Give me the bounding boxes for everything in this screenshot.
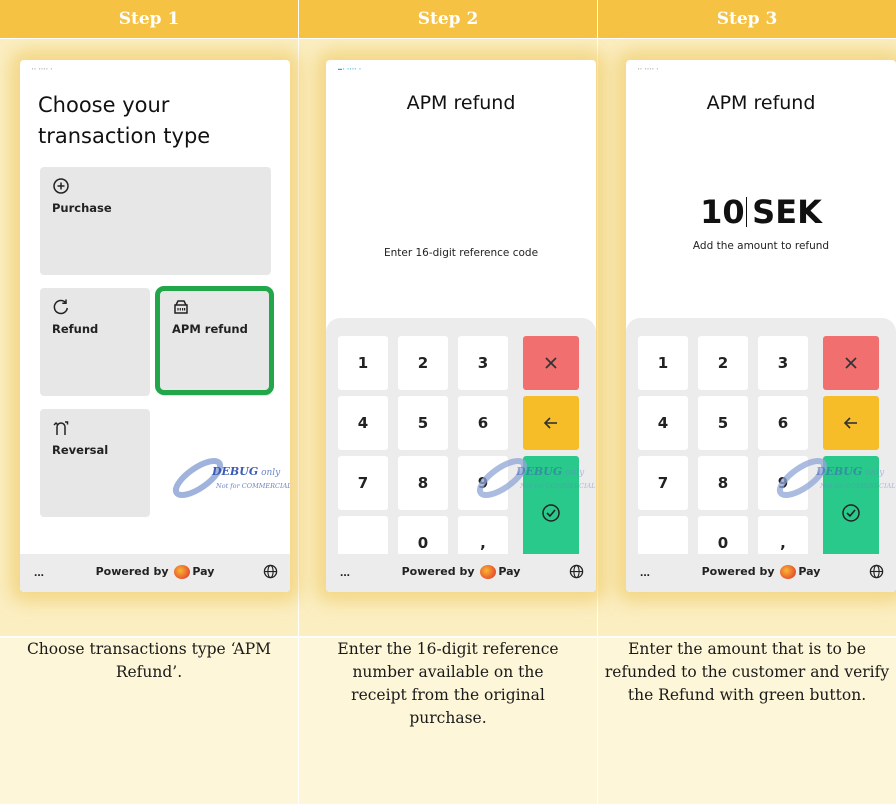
status-bar: ▬▪ ▪▪▪▪ ▪ — [338, 66, 362, 71]
tile-refund[interactable]: Refund — [40, 288, 150, 396]
check-circle-icon — [542, 503, 560, 522]
text-caret — [745, 197, 748, 227]
powered-by-brand: Pay — [192, 565, 215, 578]
steps-table: Step 1 Step 2 Step 3 ▪▪ ▪▪▪▪ ▪ Choose yo… — [0, 0, 896, 804]
key-8[interactable]: 8 — [398, 456, 448, 510]
screen-choose-transaction: ▪▪ ▪▪▪▪ ▪ Choose your transaction type P… — [20, 60, 290, 592]
key-4[interactable]: 4 — [638, 396, 688, 450]
arrow-left-icon — [543, 417, 557, 429]
arrow-left-icon — [843, 417, 857, 429]
key-5[interactable]: 5 — [698, 396, 748, 450]
close-icon — [545, 357, 557, 369]
powered-by-text: Powered by — [401, 565, 475, 578]
watermark-line2: Not for COMMERCIAL — [520, 482, 596, 490]
key-5[interactable]: 5 — [398, 396, 448, 450]
keypad: 1 2 3 4 5 6 7 8 9 0 , — [326, 318, 596, 570]
powered-by-brand: Pay — [498, 565, 521, 578]
title-line-2: transaction type — [38, 124, 211, 148]
step-2-description: Enter the 16-digit reference number avai… — [299, 638, 597, 804]
watermark-logo — [172, 457, 224, 499]
globe-icon[interactable] — [263, 564, 278, 579]
plus-circle-icon — [53, 178, 69, 194]
page-title: Choose your transaction type — [38, 90, 210, 152]
step-2-description-text: Enter the 16-digit reference number avai… — [337, 640, 559, 727]
step-1-header: Step 1 — [0, 0, 298, 38]
key-6[interactable]: 6 — [758, 396, 808, 450]
step-3-description-text: Enter the amount that is to be refunded … — [604, 640, 890, 704]
brand-logo-icon — [174, 565, 191, 579]
powered-by: Powered by Pay — [326, 565, 596, 579]
highlight-frame — [155, 286, 274, 395]
powered-by-text: Powered by — [95, 565, 169, 578]
refresh-icon — [53, 299, 69, 315]
check-circle-icon — [842, 503, 860, 522]
reference-prompt: Enter 16-digit reference code — [383, 247, 539, 259]
watermark-line1: DEBUG — [212, 465, 259, 478]
powered-by-text: Powered by — [701, 565, 775, 578]
page-title: APM refund — [406, 92, 516, 114]
clear-button[interactable] — [523, 336, 579, 390]
step-3-header: Step 3 — [598, 0, 896, 38]
key-2[interactable]: 2 — [698, 336, 748, 390]
amount-display[interactable]: 10 SEK — [626, 193, 896, 231]
powered-by-brand: Pay — [798, 565, 821, 578]
screen-amount: ▪▪ ▪▪▪▪ ▪ APM refund 10 SEK Add the amoun… — [626, 60, 896, 592]
watermark-line1b: only — [258, 468, 281, 478]
amount-prompt: Add the amount to refund — [692, 240, 830, 252]
backspace-button[interactable] — [523, 396, 579, 450]
key-8[interactable]: 8 — [698, 456, 748, 510]
footer: ... Powered by Pay — [20, 554, 290, 592]
key-7[interactable]: 7 — [338, 456, 388, 510]
watermark-logo — [476, 457, 528, 499]
reversal-icon — [53, 421, 69, 435]
key-1[interactable]: 1 — [338, 336, 388, 390]
key-4[interactable]: 4 — [338, 396, 388, 450]
step-2-header: Step 2 — [299, 0, 597, 38]
powered-by: Powered by Pay — [20, 565, 290, 579]
globe-icon[interactable] — [569, 564, 584, 579]
key-7[interactable]: 7 — [638, 456, 688, 510]
watermark-line1: DEBUG — [516, 465, 563, 478]
keypad: 1 2 3 4 5 6 7 8 9 0 , — [626, 318, 896, 570]
page-title: APM refund — [706, 92, 816, 114]
step-1-description-text: Choose transactions type ‘APM Refund’. — [26, 640, 272, 681]
amount-value: 10 — [700, 193, 745, 231]
screen-reference-code: ▬▪ ▪▪▪▪ ▪ APM refund Enter 16-digit refe… — [326, 60, 596, 592]
key-1[interactable]: 1 — [638, 336, 688, 390]
step-1-description: Choose transactions type ‘APM Refund’. — [0, 638, 298, 804]
tile-purchase[interactable]: Purchase — [40, 167, 271, 275]
watermark-logo — [776, 457, 828, 499]
status-bar: ▪▪ ▪▪▪▪ ▪ — [638, 66, 660, 71]
status-bar: ▪▪ ▪▪▪▪ ▪ — [32, 66, 54, 71]
globe-icon[interactable] — [869, 564, 884, 579]
watermark-line1b: only — [862, 468, 885, 478]
key-2[interactable]: 2 — [398, 336, 448, 390]
tile-reversal[interactable]: Reversal — [40, 409, 150, 517]
key-3[interactable]: 3 — [458, 336, 508, 390]
backspace-button[interactable] — [823, 396, 879, 450]
key-6[interactable]: 6 — [458, 396, 508, 450]
watermark-line1b: only — [562, 468, 585, 478]
title-line-1: Choose your — [38, 93, 170, 117]
watermark-line1: DEBUG — [816, 465, 863, 478]
key-3[interactable]: 3 — [758, 336, 808, 390]
brand-logo-icon — [480, 565, 497, 579]
tile-reversal-label: Reversal — [52, 443, 109, 457]
step-3-description: Enter the amount that is to be refunded … — [598, 638, 896, 804]
brand-logo-icon — [780, 565, 797, 579]
tile-purchase-label: Purchase — [52, 201, 112, 215]
footer: ... Powered by Pay — [626, 554, 896, 592]
powered-by: Powered by Pay — [626, 565, 896, 579]
clear-button[interactable] — [823, 336, 879, 390]
watermark-line2: Not for COMMERCIAL — [216, 482, 290, 490]
footer: ... Powered by Pay — [326, 554, 596, 592]
close-icon — [845, 357, 857, 369]
watermark-line2: Not for COMMERCIAL — [820, 482, 896, 490]
tile-refund-label: Refund — [52, 322, 99, 336]
amount-currency: SEK — [752, 193, 822, 231]
